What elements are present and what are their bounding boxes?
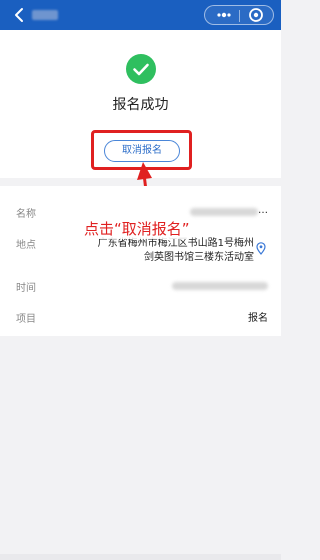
map-pin-icon[interactable] [256,242,266,255]
annotation-text: 点击“取消报名” [82,218,192,239]
capsule-divider [239,10,240,22]
time-label: 时间 [16,283,36,294]
back-chevron-icon[interactable] [12,6,28,24]
name-value-tail: … [258,205,268,216]
close-circle-icon[interactable] [247,7,265,23]
name-label: 名称 [16,209,36,220]
cancel-registration-button[interactable]: 取消报名 [104,140,180,162]
item-value: 报名 [248,313,268,324]
bottom-edge [0,554,281,560]
navigation-bar [0,0,281,30]
page-title-blurred [32,10,58,20]
more-dots-icon[interactable] [211,6,237,24]
location-label: 地点 [16,240,36,251]
mini-program-capsule [204,5,274,25]
time-value-blurred [172,282,268,290]
registration-status: 报名成功 [112,97,169,113]
check-circle-icon [126,54,156,84]
name-value-blurred [190,208,258,216]
status-card: 报名成功 取消报名 [0,30,281,178]
item-label: 项目 [16,314,36,325]
activity-details: 名称 … 地点 广东省梅州市梅江区书山路1号梅州 剑英图书馆三楼东活动室 时间 … [0,186,281,336]
location-line-2: 剑英图书馆三楼东活动室 [144,252,254,263]
